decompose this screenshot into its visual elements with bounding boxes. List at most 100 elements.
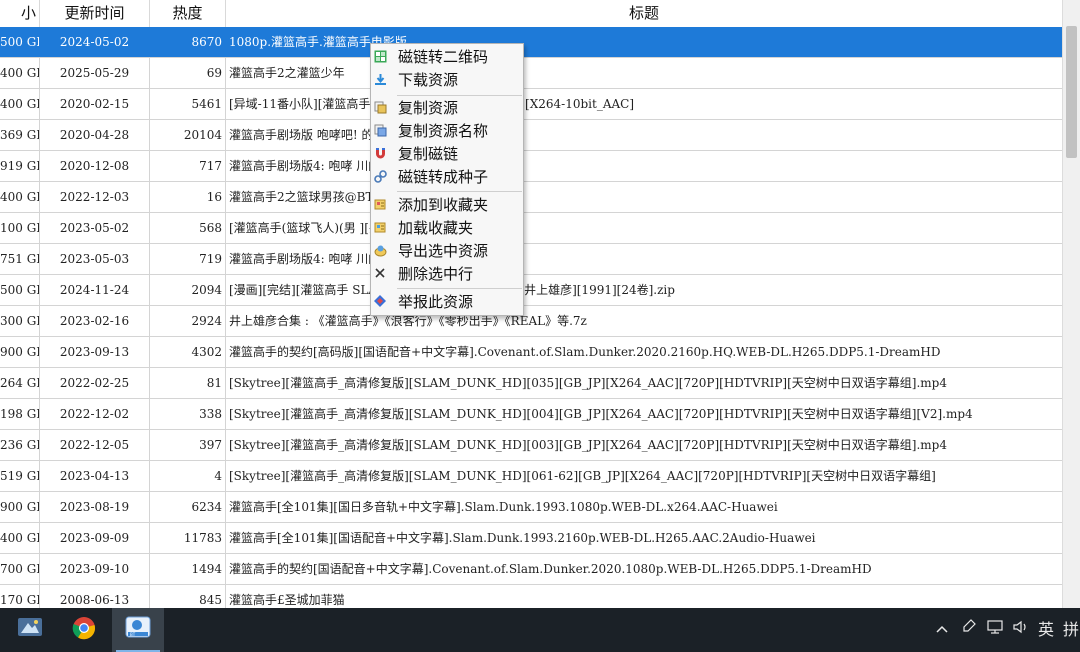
menu-item-label: 导出选中资源	[398, 242, 489, 260]
cell-size: 400 GB	[0, 182, 40, 212]
tray-expand-icon[interactable]	[932, 608, 952, 652]
copy-icon	[373, 100, 387, 114]
column-header-date[interactable]: 更新时间	[40, 0, 150, 27]
cell-title: 1080p.灌篮高手.灌篮高手电影版	[229, 35, 407, 49]
scrollbar-thumb[interactable]	[1066, 26, 1077, 158]
results-table: 小 更新时间 热度 标题 500 GB 2024-05-02 8670 1080…	[0, 0, 1062, 608]
taskbar-app-desktop[interactable]	[4, 608, 56, 652]
context-menu: 磁链转二维码 下载资源 复制资源 复制资源名称 复制磁链 磁链转成种子 添加到收…	[370, 43, 524, 316]
cell-title: 灌篮高手£圣城加菲猫	[229, 593, 345, 607]
cell-size: 264 GB	[0, 368, 40, 398]
menu-item-download[interactable]: 下载资源	[371, 69, 523, 91]
table-row[interactable]: 900 GB 2023-08-19 6234 灌篮高手[全101集][国日多音轨…	[0, 492, 1062, 523]
cell-title: 灌篮高手剧场版4: 咆哮 川的炙热夏季).mkv	[229, 159, 463, 173]
menu-item-delete-selected[interactable]: 删除选中行	[371, 263, 523, 285]
cell-date: 2023-09-09	[40, 523, 150, 553]
cell-heat: 6234	[150, 492, 226, 522]
cell-date: 2022-12-03	[40, 182, 150, 212]
cell-heat: 397	[150, 430, 226, 460]
chrome-icon	[72, 616, 96, 644]
ime-mode-indicator[interactable]: 拼	[1062, 608, 1080, 652]
table-row[interactable]: 400 GB 2020-02-15 5461 [异域-11番小队][灌篮高手 1…	[0, 89, 1062, 120]
menu-separator	[397, 191, 522, 192]
menu-item-copy-resource[interactable]: 复制资源	[371, 97, 523, 119]
cell-size: 500 GB	[0, 275, 40, 305]
table-row[interactable]: 919 GB 2020-12-08 717 灌篮高手剧场版4: 咆哮 川的炙热夏…	[0, 151, 1062, 182]
table-row[interactable]: 751 GB 2023-05-03 719 灌篮高手剧场版4: 咆哮 川的炙热夏…	[0, 244, 1062, 275]
cell-title: [异域-11番小队][灌篮高手 1-101][BDRIP][960x720][X…	[229, 97, 634, 111]
cell-date: 2025-05-29	[40, 58, 150, 88]
cell-size: 919 GB	[0, 151, 40, 181]
cell-heat: 4	[150, 461, 226, 491]
taskbar-app-bt-search[interactable]: BT	[112, 608, 164, 652]
cell-size: 369 GB	[0, 120, 40, 150]
cell-heat: 16	[150, 182, 226, 212]
table-row[interactable]: 369 GB 2020-04-28 20104 灌篮高手剧场版 咆哮吧! 的炙热…	[0, 120, 1062, 151]
table-row[interactable]: 100 GB 2023-05-02 568 [灌篮高手(篮球飞人)(男 ][井上…	[0, 213, 1062, 244]
menu-item-label: 添加到收藏夹	[398, 196, 489, 214]
table-header: 小 更新时间 热度 标题	[0, 0, 1062, 28]
cell-size: 400 GB	[0, 58, 40, 88]
network-icon[interactable]	[984, 608, 1006, 652]
cell-heat: 2924	[150, 306, 226, 336]
cell-date: 2023-05-03	[40, 244, 150, 274]
table-body: 500 GB 2024-05-02 8670 1080p.灌篮高手.灌篮高手电影…	[0, 27, 1062, 608]
cell-title: [Skytree][灌篮高手_高清修复版][SLAM_DUNK_HD][035]…	[229, 376, 947, 390]
menu-item-label: 复制磁链	[398, 145, 459, 163]
desktop-app-icon	[17, 617, 43, 643]
cell-title: 灌篮高手的契约[国语配音+中文字幕].Covenant.of.Slam.Dunk…	[229, 562, 872, 576]
vertical-scrollbar[interactable]	[1062, 0, 1080, 608]
table-row[interactable]: 400 GB 2022-12-03 16 灌篮高手2之篮球男孩@BT	[0, 182, 1062, 213]
table-row[interactable]: 519 GB 2023-04-13 4 [Skytree][灌篮高手_高清修复版…	[0, 461, 1062, 492]
volume-icon[interactable]	[1010, 608, 1032, 652]
menu-item-add-favorite[interactable]: 添加到收藏夹	[371, 194, 523, 216]
cell-size: 500 GB	[0, 27, 40, 57]
table-row[interactable]: 700 GB 2023-09-10 1494 灌篮高手的契约[国语配音+中文字幕…	[0, 554, 1062, 585]
table-row[interactable]: 300 GB 2023-02-16 2924 井上雄彦合集 : 《灌篮高手》《浪…	[0, 306, 1062, 337]
cell-size: 198 GB	[0, 399, 40, 429]
cell-title: 灌篮高手2之篮球男孩@BT	[229, 190, 374, 204]
cell-heat: 69	[150, 58, 226, 88]
cell-date: 2023-09-13	[40, 337, 150, 367]
menu-item-report[interactable]: 举报此资源	[371, 291, 523, 313]
menu-item-label: 复制资源	[398, 99, 459, 117]
column-header-title[interactable]: 标题	[226, 0, 1062, 27]
menu-item-copy-name[interactable]: 复制资源名称	[371, 120, 523, 142]
cell-size: 900 GB	[0, 492, 40, 522]
menu-item-export-selected[interactable]: 导出选中资源	[371, 240, 523, 262]
download-icon	[373, 72, 387, 86]
table-row[interactable]: 236 GB 2022-12-05 397 [Skytree][灌篮高手_高清修…	[0, 430, 1062, 461]
menu-item-copy-magnet[interactable]: 复制磁链	[371, 143, 523, 165]
cell-size: 400 GB	[0, 523, 40, 553]
cell-title: 灌篮高手的契约[高码版][国语配音+中文字幕].Covenant.of.Slam…	[229, 345, 941, 359]
cell-title: [灌篮高手(篮球飞人)(男 ][井上雄彦][全][32话+外传]	[229, 221, 514, 235]
table-row[interactable]: 900 GB 2023-09-13 4302 灌篮高手的契约[高码版][国语配音…	[0, 337, 1062, 368]
taskbar-app-chrome[interactable]	[58, 608, 110, 652]
menu-item-magnet-to-torrent[interactable]: 磁链转成种子	[371, 166, 523, 188]
ime-indicator[interactable]: 英	[1034, 608, 1058, 652]
cell-heat: 8670	[150, 27, 226, 57]
table-row[interactable]: 400 GB 2023-09-09 11783 灌篮高手[全101集][国语配音…	[0, 523, 1062, 554]
table-row[interactable]: 170 GB 2008-06-13 845 灌篮高手£圣城加菲猫	[0, 585, 1062, 608]
cell-date: 2023-05-02	[40, 213, 150, 243]
table-row[interactable]: 198 GB 2022-12-02 338 [Skytree][灌篮高手_高清修…	[0, 399, 1062, 430]
cell-size: 236 GB	[0, 430, 40, 460]
menu-item-magnet-to-qr[interactable]: 磁链转二维码	[371, 46, 523, 68]
cell-title: 灌篮高手2之灌篮少年	[229, 66, 345, 80]
table-row[interactable]: 264 GB 2022-02-25 81 [Skytree][灌篮高手_高清修复…	[0, 368, 1062, 399]
cell-date: 2024-05-02	[40, 27, 150, 57]
report-icon	[373, 294, 387, 308]
cell-size: 400 GB	[0, 89, 40, 119]
cell-size: 100 GB	[0, 213, 40, 243]
table-row[interactable]: 400 GB 2025-05-29 69 灌篮高手2之灌篮少年	[0, 58, 1062, 89]
table-row[interactable]: 500 GB 2024-11-24 2094 [漫画][完结][灌篮高手 SLA…	[0, 275, 1062, 306]
table-row[interactable]: 500 GB 2024-05-02 8670 1080p.灌篮高手.灌篮高手电影…	[0, 27, 1062, 58]
cell-date: 2008-06-13	[40, 585, 150, 608]
cell-title: 井上雄彦合集 : 《灌篮高手》《浪客行》《零秒出手》《REAL》等.7z	[229, 314, 587, 328]
pen-icon[interactable]	[958, 608, 980, 652]
cell-date: 2023-09-10	[40, 554, 150, 584]
column-header-heat[interactable]: 热度	[150, 0, 226, 27]
column-header-size[interactable]: 小	[0, 0, 40, 27]
menu-item-load-favorite[interactable]: 加载收藏夹	[371, 217, 523, 239]
cell-title: 灌篮高手剧场版4: 咆哮 川的炙热夏季(国日双语)	[229, 252, 486, 266]
